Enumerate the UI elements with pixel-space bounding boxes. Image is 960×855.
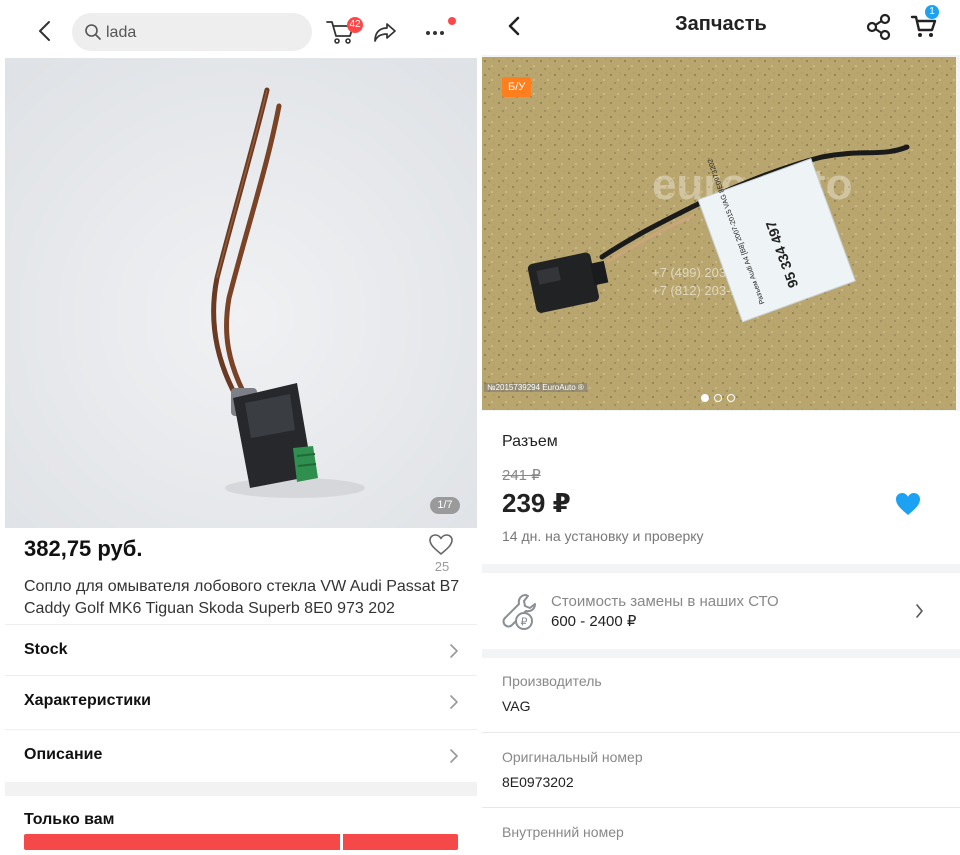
image-counter: 1/7 — [430, 497, 460, 514]
promo-banner[interactable] — [24, 834, 458, 850]
spec-label: Внутренний номер — [502, 824, 624, 840]
spec-label: Оригинальный номер — [502, 749, 643, 765]
svg-text:₽: ₽ — [521, 616, 528, 629]
search-input[interactable] — [104, 21, 298, 45]
service-cost-row[interactable]: ₽ Стоимость замены в наших СТО 600 - 240… — [482, 573, 960, 649]
spec-value: VAG — [502, 698, 531, 714]
cart-count-badge: 42 — [347, 17, 363, 33]
specs-card: Производитель VAG Оригинальный номер 8E0… — [482, 658, 960, 855]
share-icon[interactable] — [866, 13, 892, 41]
description-row[interactable]: Описание — [5, 729, 477, 782]
euroauto-product-screen: Запчасть 1 euro auto — [482, 0, 960, 855]
product-title: Сопло для омывателя лобового стекла VW A… — [24, 578, 460, 617]
share-icon[interactable] — [372, 20, 398, 44]
current-price: 239 ₽ — [502, 488, 571, 518]
install-note: 14 дн. на установку и проверку — [502, 528, 704, 544]
spec-manufacturer: Производитель VAG — [502, 673, 940, 714]
divider — [482, 732, 960, 733]
characteristics-label: Характеристики — [24, 692, 152, 709]
stock-row[interactable]: Stock — [5, 624, 477, 677]
characteristics-row[interactable]: Характеристики — [5, 675, 477, 728]
search-bar[interactable] — [72, 13, 312, 51]
aliexpress-product-screen: 42 1/7 382,75 ру — [0, 0, 480, 855]
likes-count: 25 — [434, 559, 450, 574]
top-bar: Запчасть 1 — [482, 0, 960, 55]
search-icon — [85, 24, 101, 40]
top-bar: 42 — [0, 0, 480, 58]
favorite-heart-icon[interactable] — [894, 491, 922, 517]
only-for-you-title: Только вам — [24, 811, 115, 828]
section-separator — [5, 782, 477, 796]
spec-original-number: Оригинальный номер 8E0973202 — [502, 749, 940, 790]
chevron-right-icon — [450, 749, 458, 763]
divider — [482, 807, 960, 808]
product-name: Разъем — [502, 433, 558, 450]
carousel-dot[interactable] — [727, 394, 735, 402]
description-label: Описание — [24, 746, 103, 763]
used-condition-badge: Б/У — [502, 77, 532, 97]
more-options-icon[interactable] — [424, 22, 448, 40]
product-image[interactable] — [5, 58, 477, 528]
chevron-right-icon — [450, 695, 458, 709]
connector-photo — [5, 58, 477, 528]
carousel-pagination — [701, 389, 740, 407]
price-card: Разъем 241 ₽ 239 ₽ 14 дн. на установку и… — [482, 411, 960, 564]
carousel-dot-active[interactable] — [701, 394, 709, 402]
service-cost-label: Стоимость замены в наших СТО — [551, 593, 779, 610]
chevron-right-icon — [916, 604, 923, 618]
image-id-watermark: №2015739294 EuroAuto ® — [484, 383, 587, 392]
spec-internal-number: Внутренний номер — [502, 824, 940, 840]
back-arrow-icon[interactable] — [32, 18, 58, 44]
spec-value: 8E0973202 — [502, 774, 574, 790]
connector-photo: euro auto +7 (499) 203-13-36 +7 (812) 20… — [482, 57, 956, 410]
chevron-right-icon — [450, 644, 458, 658]
notification-dot — [448, 17, 456, 25]
cart-count-badge: 1 — [925, 5, 939, 19]
old-price: 241 ₽ — [502, 467, 541, 484]
carousel-dot[interactable] — [714, 394, 722, 402]
product-image-carousel[interactable]: euro auto +7 (499) 203-13-36 +7 (812) 20… — [482, 57, 956, 410]
service-cost-value: 600 - 2400 ₽ — [551, 613, 637, 630]
promo-banner-divider — [340, 834, 343, 850]
stock-label: Stock — [24, 641, 68, 658]
wishlist-heart-icon[interactable] — [428, 533, 454, 557]
product-price: 382,75 руб. — [24, 536, 143, 561]
wrench-ruble-icon: ₽ — [502, 594, 536, 630]
spec-label: Производитель — [502, 673, 602, 689]
